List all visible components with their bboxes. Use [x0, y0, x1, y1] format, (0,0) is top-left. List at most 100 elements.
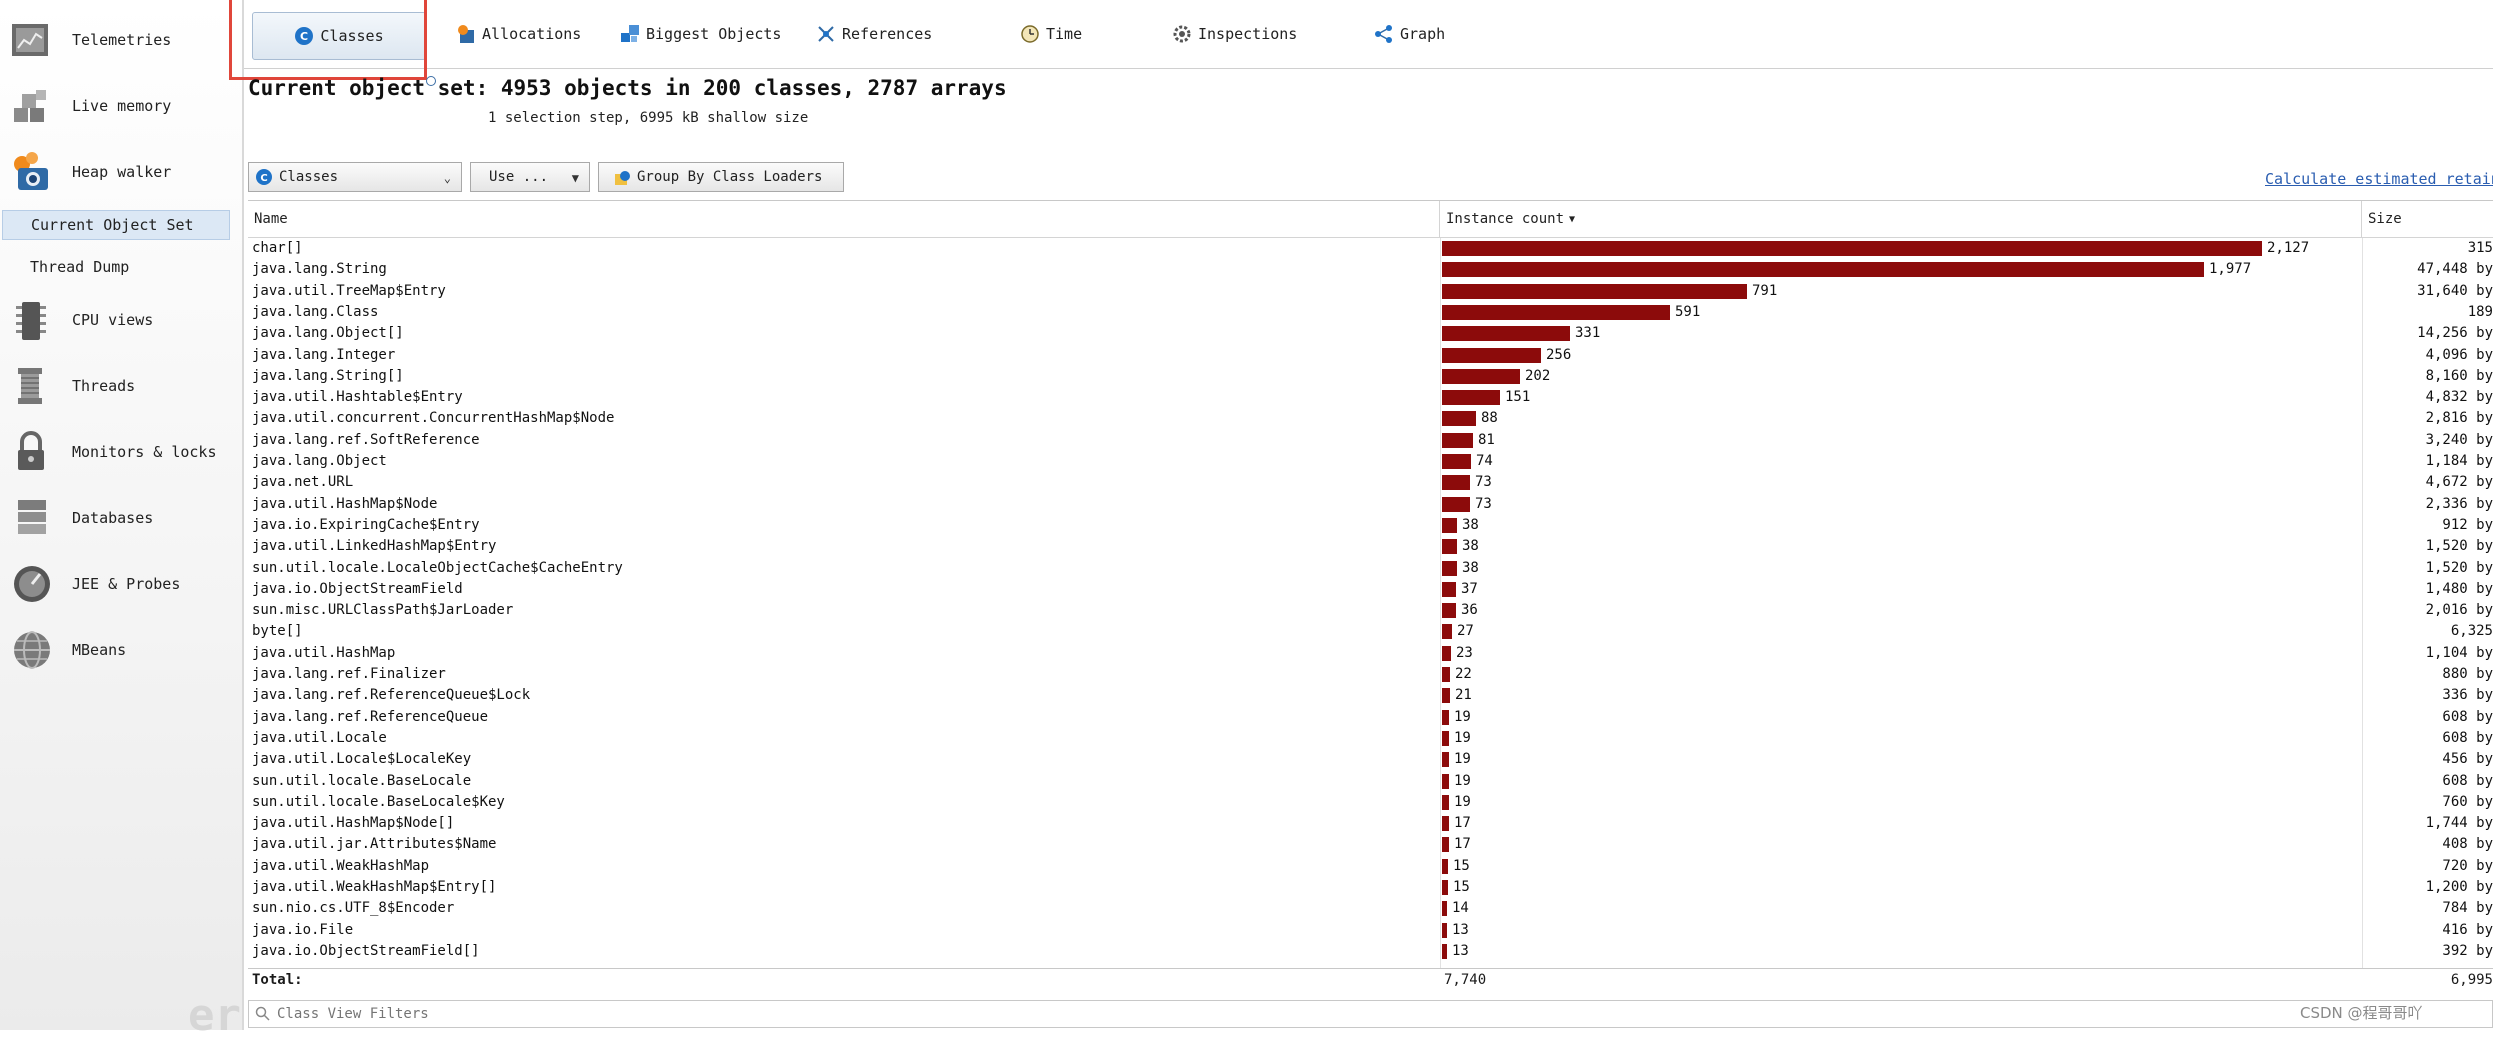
instance-count-cell: 23	[1456, 644, 1473, 661]
class-name-cell: java.net.URL	[252, 474, 354, 491]
class-name-cell: sun.util.locale.LocaleObjectCache$CacheE…	[252, 559, 623, 576]
calculate-retained-link[interactable]: Calculate estimated retained	[2265, 170, 2493, 188]
sidebar-subitem-current-object-set[interactable]: Current Object Set	[2, 210, 230, 240]
threads-icon	[10, 364, 54, 408]
class-name-cell: sun.nio.cs.UTF_8$Encoder	[252, 900, 455, 917]
tab-classes[interactable]: C Classes	[252, 12, 426, 60]
instance-count-cell: 791	[1752, 282, 1778, 299]
sidebar-subitem-thread-dump[interactable]: Thread Dump	[2, 252, 230, 282]
sidebar-item-databases[interactable]: Databases	[0, 488, 242, 548]
search-filter-icon	[255, 1006, 271, 1022]
table-row[interactable]: java.util.HashMap$Node[] 17 1,744 by	[248, 813, 2493, 834]
table-row[interactable]: java.lang.String[] 202 8,160 by	[248, 366, 2493, 387]
references-icon	[816, 24, 836, 44]
column-header-instance-count[interactable]: Instance count ▼	[1440, 201, 2362, 237]
group-by-class-loaders-button[interactable]: Group By Class Loaders	[598, 162, 844, 192]
sidebar-item-label: CPU views	[72, 311, 154, 329]
instance-count-bar	[1442, 517, 1457, 533]
table-row[interactable]: java.lang.ref.Finalizer 22 880 by	[248, 664, 2493, 685]
sidebar-item-cpu-views[interactable]: CPU views	[0, 290, 242, 350]
table-row[interactable]: java.io.File 13 416 by	[248, 920, 2493, 941]
tab-time[interactable]: Time	[1020, 10, 1082, 58]
class-filter-input[interactable]	[275, 1005, 2079, 1023]
table-row[interactable]: java.util.Hashtable$Entry 151 4,832 by	[248, 387, 2493, 408]
table-row[interactable]: java.util.HashMap$Node 73 2,336 by	[248, 494, 2493, 515]
class-name-cell: sun.misc.URLClassPath$JarLoader	[252, 602, 514, 619]
sidebar-item-label: Monitors & locks	[72, 443, 217, 461]
table-row[interactable]: java.util.HashMap 23 1,104 by	[248, 643, 2493, 664]
table-row[interactable]: sun.misc.URLClassPath$JarLoader 36 2,016 b…	[248, 600, 2493, 621]
instance-count-cell: 81	[1478, 431, 1495, 448]
instance-count-bar	[1442, 858, 1448, 874]
column-header-label: Name	[254, 211, 288, 227]
tab-graph[interactable]: Graph	[1374, 10, 1445, 58]
table-row[interactable]: sun.util.locale.BaseLocale 19 608 by	[248, 771, 2493, 792]
instance-count-bar	[1442, 411, 1476, 427]
sidebar-item-monitors-locks[interactable]: Monitors & locks	[0, 422, 242, 482]
class-name-cell: java.lang.Integer	[252, 346, 396, 363]
table-row[interactable]: java.io.ObjectStreamField[] 13 392 by	[248, 941, 2493, 962]
view-tabbar: C Classes Allocations Biggest Objects Re…	[244, 0, 2493, 69]
table-row[interactable]: java.lang.Object 74 1,184 by	[248, 451, 2493, 472]
column-header-size[interactable]: Size	[2362, 201, 2493, 237]
sidebar-item-heap-walker[interactable]: Heap walker	[0, 142, 242, 202]
table-row[interactable]: java.lang.Integer 256 4,096 by	[248, 345, 2493, 366]
size-cell: 3,240 by	[2425, 431, 2493, 448]
globe-icon	[10, 628, 54, 672]
class-name-cell: java.lang.Object	[252, 453, 387, 469]
class-name-cell: byte[]	[252, 623, 303, 640]
size-cell: 4,672 by	[2425, 474, 2493, 491]
instance-count-cell: 591	[1675, 303, 1701, 320]
column-header-name[interactable]: Name	[248, 201, 1440, 237]
sidebar-item-telemetries[interactable]: Telemetries	[0, 10, 242, 70]
use-button[interactable]: Use ... ▼	[470, 162, 590, 192]
class-name-cell: java.lang.Object[]	[252, 325, 404, 342]
sidebar-item-live-memory[interactable]: Live memory	[0, 76, 242, 136]
table-row[interactable]: java.util.concurrent.ConcurrentHashMap$N…	[248, 408, 2493, 429]
table-row[interactable]: java.util.LinkedHashMap$Entry 38 1,520 by	[248, 536, 2493, 557]
instance-count-bar	[1442, 581, 1456, 597]
table-row[interactable]: java.util.jar.Attributes$Name 17 408 by	[248, 834, 2493, 855]
table-row[interactable]: java.lang.ref.ReferenceQueue$Lock 21 336 b…	[248, 685, 2493, 706]
table-row[interactable]: java.io.ObjectStreamField 37 1,480 by	[248, 579, 2493, 600]
instance-count-bar	[1442, 496, 1470, 512]
instance-count-cell: 15	[1453, 857, 1470, 874]
sidebar-subitem-label: Thread Dump	[30, 258, 130, 276]
tab-inspections[interactable]: Inspections	[1172, 10, 1297, 58]
sidebar-item-threads[interactable]: Threads	[0, 356, 242, 416]
table-row[interactable]: char[] 2,127 315	[248, 238, 2493, 259]
table-row[interactable]: java.util.Locale$LocaleKey 19 456 by	[248, 749, 2493, 770]
table-row[interactable]: sun.util.locale.BaseLocale$Key 19 760 by	[248, 792, 2493, 813]
view-select[interactable]: C Classes ⌄	[248, 162, 462, 192]
size-cell: 608 by	[2442, 708, 2493, 725]
tab-allocations[interactable]: Allocations	[456, 10, 581, 58]
table-row[interactable]: java.lang.Object[] 331 14,256 by	[248, 323, 2493, 344]
instance-count-bar	[1442, 752, 1449, 768]
instance-count-bar	[1442, 922, 1447, 938]
sidebar-item-mbeans[interactable]: MBeans	[0, 620, 242, 680]
size-cell: 1,744 by	[2425, 815, 2493, 832]
tab-references[interactable]: References	[816, 10, 932, 58]
tab-biggest-objects[interactable]: Biggest Objects	[620, 10, 781, 58]
table-row[interactable]: java.lang.String 1,977 47,448 by	[248, 259, 2493, 280]
table-row[interactable]: java.io.ExpiringCache$Entry 38 912 by	[248, 515, 2493, 536]
sidebar-item-label: Threads	[72, 377, 136, 395]
table-row[interactable]: java.util.Locale 19 608 by	[248, 728, 2493, 749]
instance-count-cell: 36	[1461, 602, 1478, 619]
total-label: Total:	[252, 972, 303, 988]
table-row[interactable]: java.util.TreeMap$Entry 791 31,640 by	[248, 281, 2493, 302]
size-cell: 880 by	[2442, 666, 2493, 682]
table-row[interactable]: java.net.URL 73 4,672 by	[248, 472, 2493, 493]
sidebar-item-label: Heap walker	[72, 163, 172, 181]
table-row[interactable]: sun.util.locale.LocaleObjectCache$CacheE…	[248, 558, 2493, 579]
sidebar-item-jee-probes[interactable]: JEE & Probes	[0, 554, 242, 614]
database-icon	[10, 496, 54, 540]
table-row[interactable]: byte[] 27 6,325	[248, 621, 2493, 642]
table-row[interactable]: java.lang.ref.SoftReference 81 3,240 by	[248, 430, 2493, 451]
table-row[interactable]: java.lang.ref.ReferenceQueue 19 608 by	[248, 707, 2493, 728]
table-row[interactable]: java.lang.Class 591 189	[248, 302, 2493, 323]
class-name-cell: java.lang.ref.Finalizer	[252, 666, 446, 682]
table-row[interactable]: java.util.WeakHashMap$Entry[] 15 1,200 by	[248, 877, 2493, 898]
table-row[interactable]: sun.nio.cs.UTF_8$Encoder 14 784 by	[248, 898, 2493, 919]
table-row[interactable]: java.util.WeakHashMap 15 720 by	[248, 856, 2493, 877]
